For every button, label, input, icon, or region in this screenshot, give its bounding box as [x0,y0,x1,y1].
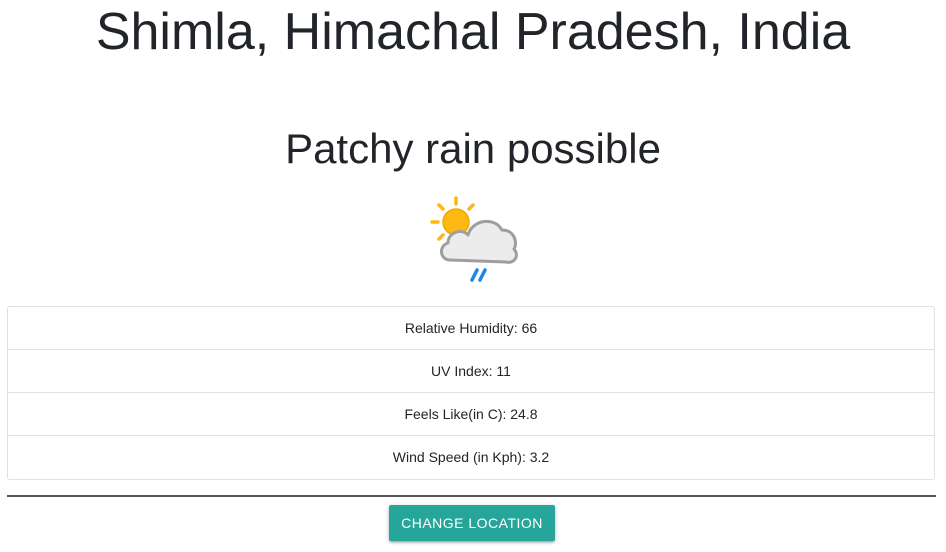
divider [7,495,936,497]
humidity-stat: Relative Humidity: 66 [8,307,934,350]
weather-stats-list: Relative Humidity: 66 UV Index: 11 Feels… [7,306,935,480]
wind-speed-stat: Wind Speed (in Kph): 3.2 [392,449,550,465]
location-title: Shimla, Himachal Pradesh, India [95,3,851,61]
uv-index-stat: UV Index: 11 [8,350,934,393]
sun-cloud-rain-icon [430,196,518,282]
condition-title: Patchy rain possible [285,124,661,172]
feels-like-stat: Feels Like(in C): 24.8 [8,393,934,436]
weather-page: Shimla, Himachal Pradesh, India Patchy r… [0,0,946,552]
change-location-button[interactable]: Change Location [389,505,555,541]
